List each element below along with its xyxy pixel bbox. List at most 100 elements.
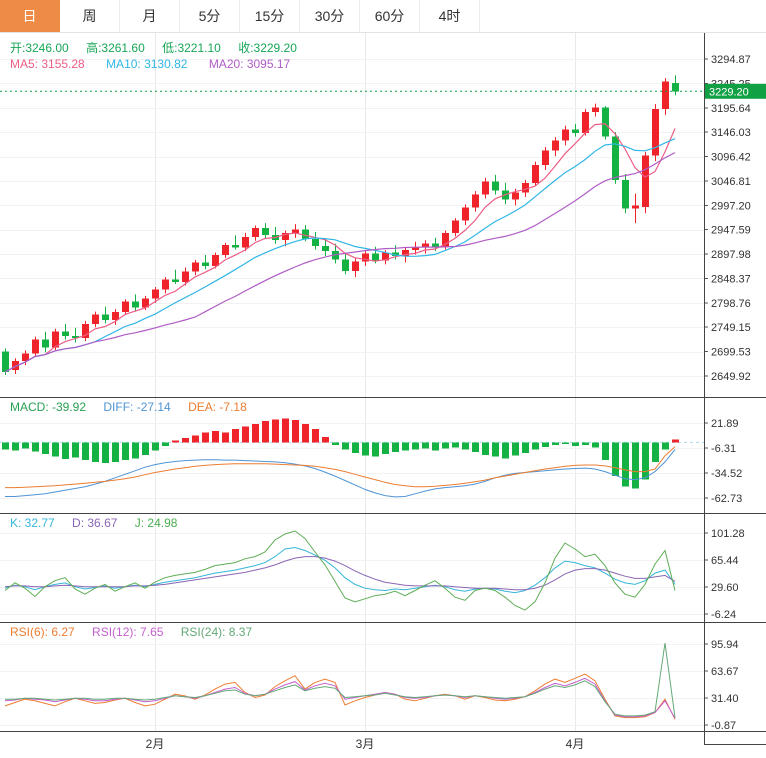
macd-bar	[522, 442, 529, 454]
candle-body	[512, 192, 519, 200]
rsi6-line	[4, 673, 676, 720]
axis-tick-label: 101.28	[711, 528, 745, 540]
macd-bar	[542, 442, 549, 447]
tab-15min[interactable]: 15分	[240, 0, 300, 32]
macd-bar	[42, 442, 49, 454]
macd-bar	[152, 442, 159, 451]
ma-legend-row: MA5: 3155.28 MA10: 3130.82 MA20: 3095.17	[10, 57, 308, 71]
candle-body	[292, 229, 299, 233]
ma20-line	[4, 152, 676, 373]
axis-tick-label: 3195.64	[711, 103, 751, 115]
j-value: J: 24.98	[134, 516, 178, 530]
quote-high: 高:3261.60	[86, 41, 145, 55]
ohlc-quote-row: 开:3246.00 高:3261.60 低:3221.10 收:3229.20	[10, 39, 311, 56]
macd-bar	[102, 442, 109, 463]
macd-bar	[332, 442, 339, 446]
tab-month[interactable]: 月	[120, 0, 180, 32]
candle-body	[532, 165, 539, 183]
macd-bar	[32, 442, 39, 452]
tab-4hour[interactable]: 4时	[420, 0, 480, 32]
candle-body	[152, 289, 159, 299]
candle-body	[312, 238, 319, 247]
macd-bar	[432, 442, 439, 451]
current-price-value: 3229.20	[709, 86, 749, 98]
rsi24-line	[5, 643, 676, 718]
axis-tick-label: 2749.15	[711, 322, 751, 334]
axis-tick-label: 63.67	[711, 666, 739, 678]
tab-60min[interactable]: 60分	[360, 0, 420, 32]
candle-body	[162, 279, 169, 290]
candle-body	[62, 331, 69, 337]
axis-tick-label: 2699.53	[711, 347, 751, 359]
macd-bar	[372, 442, 379, 457]
candle-body	[562, 129, 569, 141]
candle-body	[492, 181, 499, 191]
candle-body	[322, 246, 329, 252]
macd-bar	[592, 442, 599, 448]
interval-tabbar: 日 周 月 5分 15分 30分 60分 4时	[0, 0, 766, 33]
macd-bar	[632, 442, 639, 489]
candle-body	[522, 182, 529, 193]
macd-bar	[562, 442, 569, 445]
quote-close: 收:3229.20	[238, 41, 297, 55]
macd-value: MACD: -39.92	[10, 400, 87, 414]
candle-body	[412, 247, 419, 251]
macd-bar	[532, 442, 539, 450]
candle-body	[372, 253, 379, 261]
macd-bar	[252, 423, 259, 443]
macd-bar	[612, 442, 619, 477]
macd-bar	[52, 442, 59, 457]
macd-bar	[362, 442, 369, 456]
candle-body	[482, 181, 489, 195]
k-value: K: 32.77	[10, 516, 55, 530]
macd-bar	[642, 442, 649, 480]
axis-tick-label: 31.40	[711, 693, 739, 705]
macd-bar	[62, 442, 69, 460]
x-axis-label: 2月	[146, 737, 165, 751]
candlesticks	[2, 75, 679, 375]
macd-bar	[302, 423, 309, 443]
candle-body	[42, 339, 49, 348]
macd-bar	[412, 442, 419, 450]
candle-body	[202, 262, 209, 266]
candle-body	[462, 207, 469, 221]
macd-bar	[162, 442, 169, 446]
macd-bar	[652, 442, 659, 462]
candle-body	[252, 228, 259, 237]
macd-bar	[92, 442, 99, 462]
axis-tick-label: 3096.42	[711, 152, 751, 164]
macd-bar	[132, 442, 139, 459]
candle-body	[102, 314, 109, 320]
axis-tick-label: 65.44	[711, 555, 739, 567]
candle-body	[92, 314, 99, 324]
macd-bar	[502, 442, 509, 459]
candle-body	[32, 339, 39, 354]
candle-body	[352, 261, 359, 271]
tab-5min[interactable]: 5分	[180, 0, 240, 32]
tab-day[interactable]: 日	[0, 0, 60, 32]
macd-bar	[452, 442, 459, 448]
tab-30min[interactable]: 30分	[300, 0, 360, 32]
macd-bar	[72, 442, 79, 458]
macd-bar	[192, 435, 199, 443]
axis-tick-label: 21.89	[711, 418, 739, 430]
rsi-legend-row: RSI(6): 6.27 RSI(12): 7.65 RSI(24): 8.37	[10, 625, 266, 639]
dea-value: DEA: -7.18	[188, 400, 247, 414]
tab-week[interactable]: 周	[60, 0, 120, 32]
candle-body	[212, 255, 219, 266]
macd-bar	[322, 437, 329, 443]
macd-bar	[312, 429, 319, 443]
macd-bar	[472, 442, 479, 453]
axis-tick-label: -6.31	[711, 443, 736, 455]
axis-tick-label: 3046.81	[711, 176, 751, 188]
ma5-value: MA5: 3155.28	[10, 57, 85, 71]
macd-bar	[292, 420, 299, 443]
macd-bar	[442, 442, 449, 449]
macd-bar	[232, 429, 239, 443]
chart-canvas[interactable]: 3294.873245.253195.643146.033096.423046.…	[0, 0, 766, 758]
candle-body	[642, 155, 649, 207]
rsi24-value: RSI(24): 8.37	[180, 625, 253, 639]
axis-tick-label: -0.87	[711, 720, 736, 732]
macd-bar	[382, 442, 389, 454]
macd-bar	[112, 442, 119, 462]
